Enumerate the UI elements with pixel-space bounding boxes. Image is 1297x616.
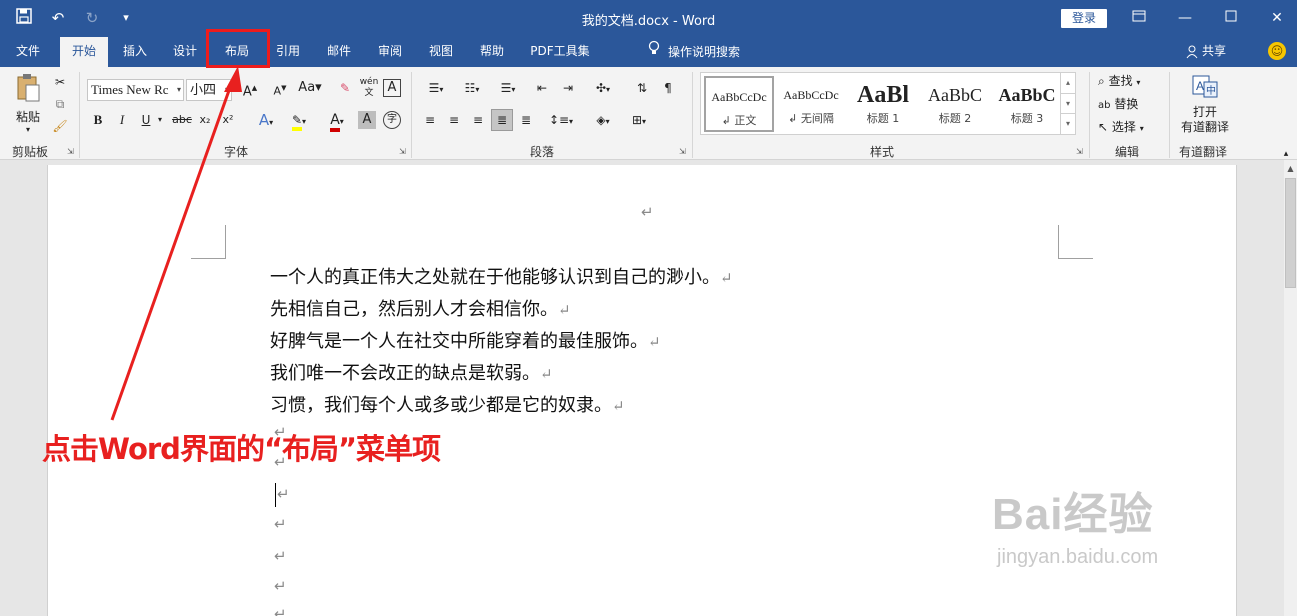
annotation-text: 点击Word界面的“布局”菜单项	[42, 432, 441, 466]
annotation-arrow	[110, 66, 242, 421]
